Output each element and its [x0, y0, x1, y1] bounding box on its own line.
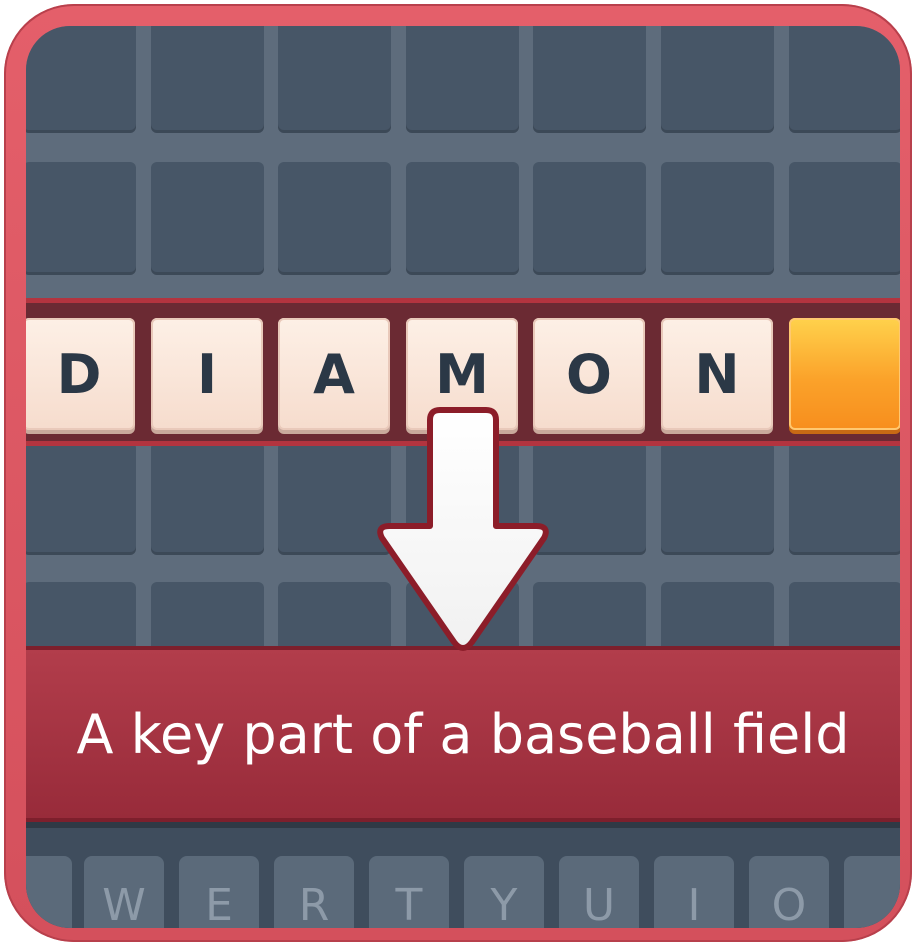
grid-cell — [661, 442, 774, 555]
grid-cell — [533, 26, 646, 133]
tile-letter: I — [196, 342, 218, 406]
tile-letter: D — [56, 342, 102, 406]
grid-cell — [789, 162, 900, 275]
keyboard-key[interactable] — [26, 856, 72, 928]
grid-cell — [151, 162, 264, 275]
grid-cell — [278, 162, 391, 275]
grid-cell — [151, 26, 264, 133]
grid-cell — [789, 442, 900, 555]
keyboard-key-i[interactable]: I — [654, 856, 734, 928]
tile-letter: N — [694, 342, 740, 406]
grid-cell — [661, 162, 774, 275]
keyboard-key[interactable] — [844, 856, 900, 928]
keyboard-key-r[interactable]: R — [274, 856, 354, 928]
grid-cell — [26, 26, 136, 133]
keyboard-key-t[interactable]: T — [369, 856, 449, 928]
grid-cell — [661, 26, 774, 133]
grid-cell — [278, 26, 391, 133]
letter-tile[interactable]: N — [661, 318, 773, 430]
clue-text: A key part of a baseball field — [76, 702, 850, 766]
letter-tile[interactable]: D — [26, 318, 135, 430]
grid-cell — [789, 26, 900, 133]
grid-cell — [26, 162, 136, 275]
grid-cell — [26, 442, 136, 555]
keyboard-key-y[interactable]: Y — [464, 856, 544, 928]
keyboard: W E R T Y U I O — [26, 818, 900, 928]
tile-letter: A — [313, 342, 355, 406]
game-board: D I A M O N W E R T Y U I O A key part o… — [26, 26, 900, 928]
letter-tile[interactable]: I — [151, 318, 263, 430]
grid-cell — [151, 442, 264, 555]
game-frame: D I A M O N W E R T Y U I O A key part o… — [4, 4, 912, 942]
grid-cell — [406, 26, 519, 133]
clue-banner: A key part of a baseball field — [26, 646, 900, 822]
keyboard-key-e[interactable]: E — [179, 856, 259, 928]
grid-cell — [406, 162, 519, 275]
arrow-down-icon — [377, 407, 549, 651]
keyboard-key-w[interactable]: W — [84, 856, 164, 928]
keyboard-key-o[interactable]: O — [749, 856, 829, 928]
tile-letter: M — [435, 342, 489, 406]
tile-letter: O — [566, 342, 612, 406]
active-empty-tile[interactable] — [789, 318, 900, 430]
grid-cell — [533, 162, 646, 275]
keyboard-key-u[interactable]: U — [559, 856, 639, 928]
